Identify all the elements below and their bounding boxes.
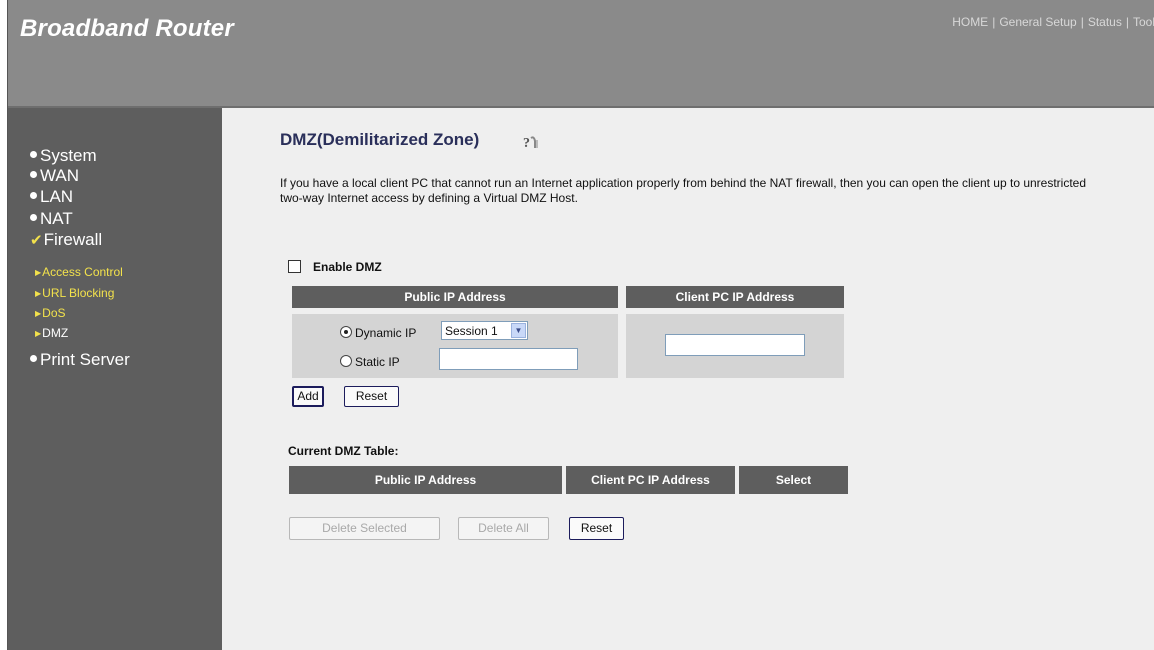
bullet-icon	[30, 192, 37, 200]
client-ip-cell	[626, 314, 844, 378]
sidebar-subitem-label: URL Blocking	[42, 286, 115, 300]
bullet-icon	[30, 355, 37, 363]
current-dmz-table-label: Current DMZ Table:	[288, 444, 399, 458]
static-ip-label: Static IP	[355, 355, 400, 369]
sidebar-item-label: System	[40, 146, 97, 165]
enable-dmz-row: Enable DMZ	[288, 260, 382, 274]
sidebar: System WAN LAN NAT ✔Firewall ▶Access Con…	[8, 108, 222, 650]
sidebar-item-nat[interactable]: NAT	[30, 209, 73, 229]
client-ip-input[interactable]	[665, 334, 805, 356]
sidebar-item-label: Firewall	[43, 230, 103, 249]
nav-home-link[interactable]: HOME	[952, 15, 988, 29]
arrow-right-icon: ▶	[35, 289, 42, 299]
brand-title: Broadband Router	[20, 15, 234, 42]
table-header-client-ip: Client PC IP Address	[566, 466, 735, 494]
sidebar-item-lan[interactable]: LAN	[30, 187, 73, 207]
nav-separator: |	[1125, 15, 1129, 29]
bullet-icon	[30, 171, 37, 179]
static-ip-input[interactable]	[439, 348, 578, 370]
arrow-right-icon: ▶	[35, 309, 42, 319]
sidebar-item-label: WAN	[40, 166, 80, 185]
dynamic-ip-radio[interactable]	[340, 325, 352, 338]
main-content: DMZ(Demilitarized Zone) ? If you have a …	[222, 108, 1154, 650]
svg-text:?: ?	[523, 136, 530, 150]
static-ip-radio[interactable]	[340, 354, 352, 367]
static-ip-option[interactable]: Static IP	[340, 353, 400, 371]
public-ip-cell: Dynamic IP Session 1 ▼ Static IP	[292, 314, 618, 378]
bullet-icon	[30, 214, 37, 222]
arrow-right-icon: ▶	[35, 329, 42, 339]
checkmark-icon: ✔	[30, 232, 43, 249]
sidebar-item-firewall[interactable]: ✔Firewall	[30, 230, 102, 250]
nav-status-link[interactable]: Status	[1088, 15, 1122, 29]
help-icon[interactable]: ?	[522, 134, 542, 151]
session-select-value: Session 1	[445, 324, 498, 338]
reset-table-button[interactable]: Reset	[569, 517, 624, 540]
bullet-icon	[30, 151, 37, 159]
sidebar-subitem-label: Access Control	[42, 265, 123, 279]
page-description: If you have a local client PC that canno…	[280, 176, 1087, 205]
sidebar-subitem-url-blocking[interactable]: ▶URL Blocking	[35, 286, 114, 300]
nav-general-setup-link[interactable]: General Setup	[999, 15, 1076, 29]
router-admin-page: Broadband Router HOME | General Setup | Stat…	[7, 0, 1154, 650]
sidebar-item-label: LAN	[40, 187, 74, 206]
session-select[interactable]: Session 1 ▼	[441, 321, 528, 340]
sidebar-item-label: NAT	[40, 209, 73, 228]
nav-separator: |	[1080, 15, 1084, 29]
table-header-select: Select	[739, 466, 848, 494]
sidebar-item-print-server[interactable]: Print Server	[30, 350, 130, 370]
dynamic-ip-option[interactable]: Dynamic IP	[340, 324, 416, 342]
delete-selected-button[interactable]: Delete Selected	[289, 517, 440, 540]
header-bar: Broadband Router HOME | General Setup | Stat…	[8, 0, 1154, 108]
dynamic-ip-label: Dynamic IP	[355, 326, 417, 340]
arrow-right-icon: ▶	[35, 268, 42, 278]
chevron-down-icon[interactable]: ▼	[511, 323, 526, 338]
sidebar-item-wan[interactable]: WAN	[30, 166, 79, 186]
delete-all-button[interactable]: Delete All	[458, 517, 549, 540]
nav-tool-link[interactable]: Tool	[1133, 15, 1154, 29]
enable-dmz-checkbox[interactable]	[288, 260, 301, 274]
enable-dmz-label: Enable DMZ	[313, 260, 382, 274]
table-header-public-ip: Public IP Address	[289, 466, 562, 494]
col-public-ip-header: Public IP Address	[292, 286, 618, 308]
sidebar-subitem-label: DoS	[42, 306, 66, 320]
add-button[interactable]: Add	[292, 386, 324, 407]
sidebar-item-label: Print Server	[40, 350, 130, 369]
top-nav: HOME | General Setup | Status | Tool	[952, 15, 1154, 29]
page-title: DMZ(Demilitarized Zone)	[280, 130, 480, 149]
sidebar-subitem-dmz[interactable]: ▶DMZ	[35, 326, 68, 340]
sidebar-subitem-dos[interactable]: ▶DoS	[35, 306, 66, 320]
col-client-ip-header: Client PC IP Address	[626, 286, 844, 308]
sidebar-item-system[interactable]: System	[30, 146, 97, 166]
nav-separator: |	[992, 15, 996, 29]
sidebar-subitem-label: DMZ	[42, 326, 69, 340]
sidebar-subitem-access-control[interactable]: ▶Access Control	[35, 265, 123, 279]
reset-form-button[interactable]: Reset	[344, 386, 399, 407]
